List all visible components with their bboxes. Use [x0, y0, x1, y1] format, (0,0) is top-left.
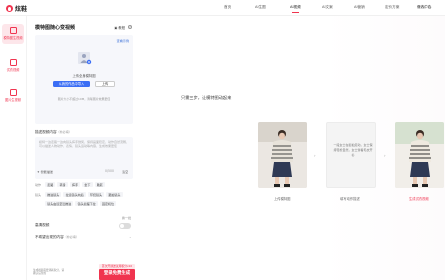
import-from-works-button[interactable]: 从我的作品中导入 [53, 81, 90, 87]
step-caption: 上传模特图 [274, 197, 291, 201]
step-caption: 填写动作描述 [340, 197, 360, 201]
tag-chip[interactable]: 镜头摇摆下拉 [75, 201, 98, 207]
example-link[interactable]: 查看示例 [117, 38, 129, 43]
tag-chip[interactable]: 坐下 [82, 182, 93, 188]
nav-active-indicator [292, 12, 299, 13]
nav-item-ai-video[interactable]: AI视频 [290, 5, 301, 10]
description-placeholder: 模特一边走路一边向镜头挥手微笑，保持画面稳定，动作自然流畅，可以描述人物动作、表… [39, 140, 130, 149]
tag-chip[interactable]: 推进镜头 [45, 192, 62, 198]
nav-item-ai-image[interactable]: AI生图 [255, 5, 266, 10]
description-label-text: 描述视频内容 [35, 130, 57, 134]
upload-dropzone[interactable]: 查看示例 上传全身模特图 从我的作品中导入 上传 图片大小不超过10M，清晰图片… [35, 35, 133, 124]
model-photo-1 [258, 122, 307, 188]
nav-item-profile[interactable]: 个人中心 [417, 5, 431, 10]
nav-item-ai-copy[interactable]: AI文案 [322, 5, 333, 10]
negative-prompt-optional: （非必填） [63, 235, 79, 239]
tutorial-label: 教程 [118, 26, 125, 30]
nav-item-ai-marketing[interactable]: AI营销 [354, 5, 365, 10]
tutorial-link[interactable]: ▣ 教程 [114, 25, 125, 31]
tag-chip[interactable]: 转身 [57, 182, 68, 188]
negative-prompt-label[interactable]: 不希望出现的内容（非必填） [35, 235, 79, 240]
description-optional: （非必填） [56, 130, 72, 134]
hd-toggle-switch[interactable] [119, 223, 131, 229]
sidebar-item-label: 图片生视频 [5, 98, 21, 102]
book-icon: ▣ [114, 25, 118, 30]
arrow-right-icon: › [314, 153, 316, 158]
char-count: 0/500 [105, 169, 114, 173]
image-icon [9, 89, 17, 96]
tag-row-camera: 镜头 推进镜头 拉远镜头向后 环绕镜头 跟拍镜头 [35, 192, 123, 198]
brand-name: 炫鞋 [15, 6, 28, 13]
sparkle-icon: ✦ [37, 170, 40, 174]
sidebar-item-tryon-video[interactable]: 试衣视频 [2, 56, 24, 76]
upload-person-icon [78, 52, 92, 65]
upload-button[interactable]: 上传 [95, 81, 115, 87]
nav-item-home[interactable]: 首页 [224, 5, 231, 10]
tag-row-action: 动作 走路 转身 挥手 坐下 跳跃 [35, 182, 105, 188]
tag-row-label: 镜头 [35, 192, 42, 197]
step-description-text: 一段女士在街拍走动，女士保持轻松自然，女士穿着毛衣开衫 [333, 143, 373, 157]
showcase-headline: 只需三步，让模特图动起来 [181, 95, 232, 100]
sidebar-item-image-video[interactable]: 图片生视频 [2, 86, 24, 106]
sidebar: 模特图生视频 试衣视频 图片生视频 [0, 16, 27, 280]
tag-chip[interactable]: 跳跃 [94, 182, 105, 188]
top-bar: 炫鞋 首页 AI生图 AI视频 AI文案 AI营销 定价方案 赚钱广告 个人中心 [0, 0, 445, 16]
brand-logo[interactable]: 炫鞋 [6, 4, 27, 13]
sidebar-item-model-video[interactable]: 模特图生视频 [2, 24, 24, 44]
page-title: 模特图随心变视频 [35, 25, 76, 31]
tag-chip[interactable]: 拉远镜头向后 [63, 192, 86, 198]
upload-tip: 上传全身模特图 [72, 74, 96, 78]
tag-chip[interactable]: 环绕镜头 [87, 192, 105, 198]
footer-note: 生成视频需要消耗积分，请确认后生成 [33, 269, 65, 276]
video-icon [9, 27, 17, 34]
refresh-tags-button[interactable]: 换一批 [122, 216, 131, 220]
generate-button[interactable]: 登录免费生成 [99, 269, 135, 280]
description-label: 描述视频内容（非必填） [35, 130, 72, 135]
tag-chip[interactable]: 走路 [45, 182, 56, 188]
clear-button[interactable]: 清空 [122, 169, 128, 174]
sidebar-item-label: 模特图生视频 [3, 36, 23, 40]
ai-polish-label: 智能描述 [40, 170, 53, 174]
tag-row-camera-2: 镜头由远至近推进 镜头摇摆下拉 固定机位 [45, 201, 117, 207]
chevron-down-icon[interactable]: ⌄ [129, 235, 132, 239]
tag-chip[interactable]: 挥手 [69, 182, 81, 188]
tag-chip[interactable]: 跟拍镜头 [106, 192, 123, 198]
main-nav: 首页 AI生图 AI视频 AI文案 AI营销 定价方案 赚钱广告 [215, 0, 445, 16]
model-photo-2 [395, 122, 444, 188]
sidebar-item-label: 试衣视频 [6, 68, 20, 72]
control-panel: 模特图随心变视频 ▣ 教程 ? 查看示例 上传全身模特图 从我的作品中导入 上传… [33, 16, 135, 280]
step-result-video [395, 122, 444, 188]
tag-row-label: 动作 [35, 182, 42, 187]
help-icon[interactable]: ? [128, 25, 132, 29]
shirt-icon [9, 59, 17, 66]
step-upload-image [258, 122, 307, 188]
step-caption: 生成试衣视频 [409, 197, 429, 201]
negative-prompt-label-text: 不希望出现的内容 [35, 235, 64, 239]
upload-note: 图片大小不超过10M，清晰图片效果更佳 [57, 97, 111, 101]
hd-toggle-label: 高清视频 [35, 223, 50, 227]
tag-chip[interactable]: 镜头由远至近推进 [45, 201, 74, 207]
heart-bubble-icon [6, 5, 13, 12]
ai-polish-button[interactable]: ✦ 智能描述 [37, 169, 53, 174]
nav-item-pricing[interactable]: 定价方案 [385, 5, 399, 10]
arrow-right-icon: › [384, 153, 386, 158]
step-description-card: 一段女士在街拍走动，女士保持轻松自然，女士穿着毛衣开衫 [326, 122, 376, 188]
tag-chip[interactable]: 固定机位 [99, 201, 117, 207]
